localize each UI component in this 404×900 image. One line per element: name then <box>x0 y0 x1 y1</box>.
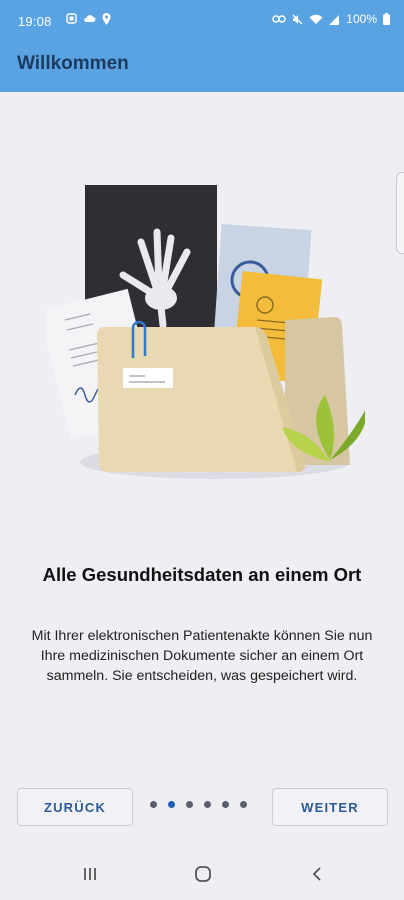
cloud-icon <box>84 15 96 22</box>
recent-apps-icon <box>84 868 96 880</box>
edge-panel-handle[interactable] <box>396 172 404 254</box>
status-time: 19:08 <box>18 14 52 29</box>
system-navigation-bar <box>0 848 404 900</box>
app-bar: Willkommen <box>0 42 404 92</box>
link-icon <box>272 15 287 23</box>
page-title: Willkommen <box>17 53 129 74</box>
location-icon <box>102 13 111 25</box>
page-dot[interactable] <box>240 801 247 808</box>
notification-icon <box>66 13 77 24</box>
back-nav-button[interactable] <box>302 861 332 887</box>
onboarding-description: Mit Ihrer elektronischen Patientenakte k… <box>31 628 373 684</box>
recent-apps-button[interactable] <box>75 861 105 887</box>
onboarding-headline: Alle Gesundheitsdaten an einem Ort <box>42 564 362 585</box>
page-dot[interactable] <box>222 801 229 808</box>
home-icon <box>195 866 211 882</box>
page-dot[interactable] <box>204 801 211 808</box>
status-left-icons <box>66 13 111 25</box>
page-dot[interactable] <box>150 801 157 808</box>
back-chevron-icon <box>312 867 321 881</box>
wifi-icon <box>309 14 323 24</box>
battery-icon <box>383 13 390 25</box>
mute-icon <box>292 14 303 24</box>
status-bar: 19:08 100% <box>0 0 404 42</box>
status-right: 100% <box>272 12 390 26</box>
home-button[interactable] <box>188 861 218 887</box>
page-dot[interactable] <box>186 801 193 808</box>
battery-percent: 100% <box>346 12 377 26</box>
signal-icon <box>329 14 340 25</box>
page-dot-active[interactable] <box>168 801 175 808</box>
page-indicator <box>150 801 247 808</box>
back-button[interactable]: ZURÜCK <box>17 788 133 826</box>
next-button[interactable]: WEITER <box>272 788 388 826</box>
medical-documents-folder-illustration <box>45 185 365 479</box>
